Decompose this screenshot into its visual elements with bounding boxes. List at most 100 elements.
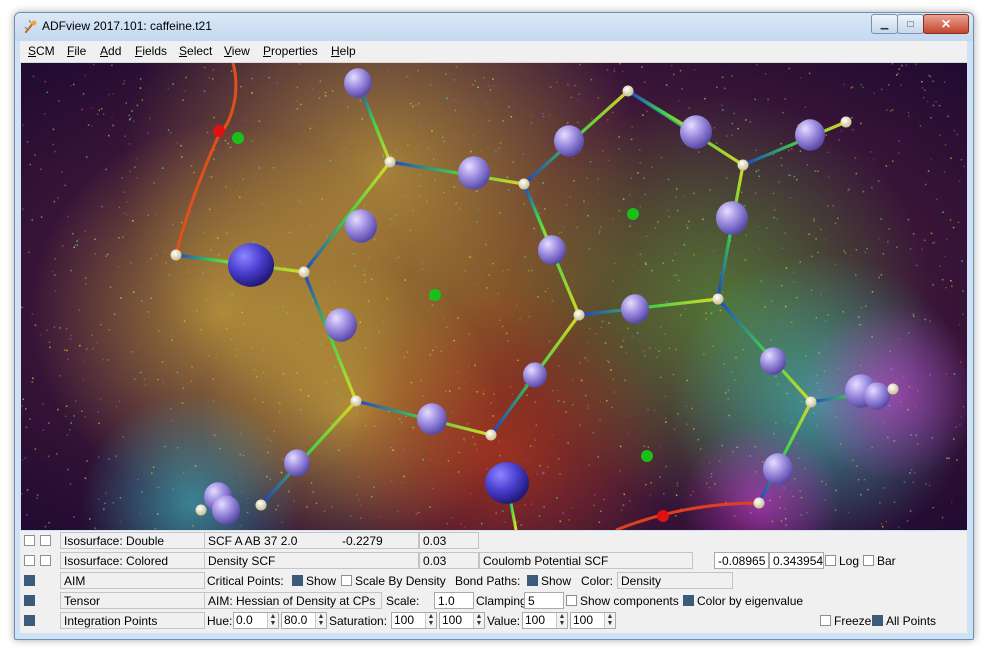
clamping-label: Clamping:	[476, 594, 524, 608]
show-components-checkbox[interactable]	[566, 595, 577, 606]
color-by-eigenvalue-toggle[interactable]: Color by eigenvalue	[683, 594, 803, 608]
iso-value-2[interactable]: 0.03	[419, 532, 479, 549]
saturation-max-spinbox[interactable]: 100 ▲ ▼	[439, 612, 485, 629]
row-show-checkbox[interactable]	[24, 555, 35, 566]
atom-sphere	[345, 209, 377, 243]
row-show-checkbox[interactable]	[24, 535, 35, 546]
menu-scm[interactable]: SCM	[28, 44, 55, 58]
menu-properties[interactable]: Properties	[263, 44, 318, 58]
row-name[interactable]: Tensor	[60, 592, 205, 609]
spin-arrows-icon[interactable]: ▲ ▼	[425, 613, 436, 628]
row-tensor: Tensor AIM: Hessian of Density at CPs Sc…	[20, 591, 967, 611]
hue-max-spinbox[interactable]: 80.0 ▲ ▼	[281, 612, 327, 629]
bond-paths-show-checkbox[interactable]	[527, 575, 538, 586]
all-points-toggle[interactable]: All Points	[872, 614, 936, 628]
log-toggle[interactable]: Log	[825, 554, 859, 568]
atom-sphere	[760, 347, 786, 375]
all-points-checkbox[interactable]	[872, 615, 883, 626]
bar-checkbox[interactable]	[863, 555, 874, 566]
spin-arrows-icon[interactable]: ▲ ▼	[473, 613, 484, 628]
atom-sphere	[538, 235, 566, 265]
application-window: ADFview 2017.101: caffeine.t21 ▁ □ ✕ SCM…	[14, 12, 974, 640]
ring-critical-point	[641, 450, 653, 462]
spin-arrows-icon[interactable]: ▲ ▼	[556, 613, 567, 628]
bond-color-selector[interactable]: Density	[617, 572, 733, 589]
scale-input[interactable]: 1.0	[434, 592, 474, 609]
iso-value[interactable]: 0.03	[419, 552, 479, 569]
row-name[interactable]: Isosurface: Double	[60, 532, 205, 549]
show-components-toggle[interactable]: Show components	[566, 594, 679, 608]
ring-critical-point	[232, 132, 244, 144]
hue-label: Hue:	[207, 614, 233, 628]
bar-toggle[interactable]: Bar	[863, 554, 896, 568]
hue-min-spinbox[interactable]: 0.0 ▲ ▼	[233, 612, 279, 629]
bond-paths-show-toggle[interactable]: Show	[527, 574, 571, 588]
atom-sphere	[344, 68, 372, 98]
row-select-checkbox[interactable]	[40, 535, 51, 546]
value-min-spinbox[interactable]: 100 ▲ ▼	[522, 612, 568, 629]
row-show-checkbox[interactable]	[24, 575, 35, 586]
row-name[interactable]: Isosurface: Colored	[60, 552, 205, 569]
atom-sphere-large	[228, 243, 274, 287]
menu-help[interactable]: Help	[331, 44, 356, 58]
minimize-button[interactable]: ▁	[871, 14, 898, 34]
color-field-selector[interactable]: Coulomb Potential SCF	[479, 552, 693, 569]
nuclear-critical-point	[518, 178, 530, 190]
nuclear-critical-point	[737, 159, 749, 171]
saturation-min-spinbox[interactable]: 100 ▲ ▼	[391, 612, 437, 629]
freeze-checkbox[interactable]	[820, 615, 831, 626]
clamping-input[interactable]: 5	[524, 592, 564, 609]
molecule-3d-viewport[interactable]	[21, 63, 967, 530]
menu-file[interactable]: File	[67, 44, 86, 58]
menu-select[interactable]: Select	[179, 44, 212, 58]
nuclear-critical-point	[840, 116, 852, 128]
spin-arrows-icon[interactable]: ▲ ▼	[267, 613, 278, 628]
row-name[interactable]: Integration Points	[60, 612, 205, 629]
atom-sphere	[417, 403, 447, 435]
title-bar[interactable]: ADFview 2017.101: caffeine.t21 ▁ □ ✕	[15, 13, 973, 41]
nuclear-critical-point	[255, 499, 267, 511]
atom-sphere	[284, 449, 310, 477]
maximize-icon: □	[907, 18, 914, 30]
field-selector[interactable]: SCF A AB 37 2.0 -0.2279	[204, 532, 419, 549]
menu-fields[interactable]: Fields	[135, 44, 167, 58]
nuclear-critical-point	[384, 156, 396, 168]
maximize-button[interactable]: □	[897, 14, 924, 34]
row-name[interactable]: AIM	[60, 572, 205, 589]
row-select-checkbox[interactable]	[40, 555, 51, 566]
value-max-spinbox[interactable]: 100 ▲ ▼	[570, 612, 616, 629]
ring-critical-point	[627, 208, 639, 220]
atom-sphere	[523, 362, 547, 388]
scale-by-density-checkbox[interactable]	[341, 575, 352, 586]
range-max-input[interactable]: 0.343954	[769, 552, 824, 569]
critical-points-show-checkbox[interactable]	[292, 575, 303, 586]
nuclear-critical-point	[712, 293, 724, 305]
nuclear-critical-point	[753, 497, 765, 509]
range-min-input[interactable]: -0.08965	[714, 552, 769, 569]
row-show-checkbox[interactable]	[24, 595, 35, 606]
color-by-eigenvalue-checkbox[interactable]	[683, 595, 694, 606]
bond-critical-point	[657, 510, 669, 522]
bond-critical-point	[213, 125, 225, 137]
row-isosurface-colored: Isosurface: Colored Density SCF 0.03 Cou…	[20, 551, 967, 571]
nuclear-critical-point	[350, 395, 362, 407]
molecule-render	[21, 63, 967, 530]
close-icon: ✕	[940, 17, 952, 31]
menu-view[interactable]: View	[224, 44, 250, 58]
close-button[interactable]: ✕	[923, 14, 969, 34]
spin-arrows-icon[interactable]: ▲ ▼	[315, 613, 326, 628]
tensor-field-selector[interactable]: AIM: Hessian of Density at CPs	[204, 592, 382, 609]
atom-sphere	[864, 382, 890, 410]
atom-sphere	[795, 119, 825, 151]
freeze-toggle[interactable]: Freeze	[820, 614, 871, 628]
critical-points-show-toggle[interactable]: Show	[292, 574, 336, 588]
field-selector[interactable]: Density SCF	[204, 552, 419, 569]
spin-arrows-icon[interactable]: ▲ ▼	[604, 613, 615, 628]
atom-sphere	[458, 156, 490, 190]
nuclear-critical-point	[298, 266, 310, 278]
row-show-checkbox[interactable]	[24, 615, 35, 626]
menu-add[interactable]: Add	[100, 44, 121, 58]
scale-by-density-toggle[interactable]: Scale By Density	[341, 574, 446, 588]
log-checkbox[interactable]	[825, 555, 836, 566]
ring-critical-point	[429, 289, 441, 301]
